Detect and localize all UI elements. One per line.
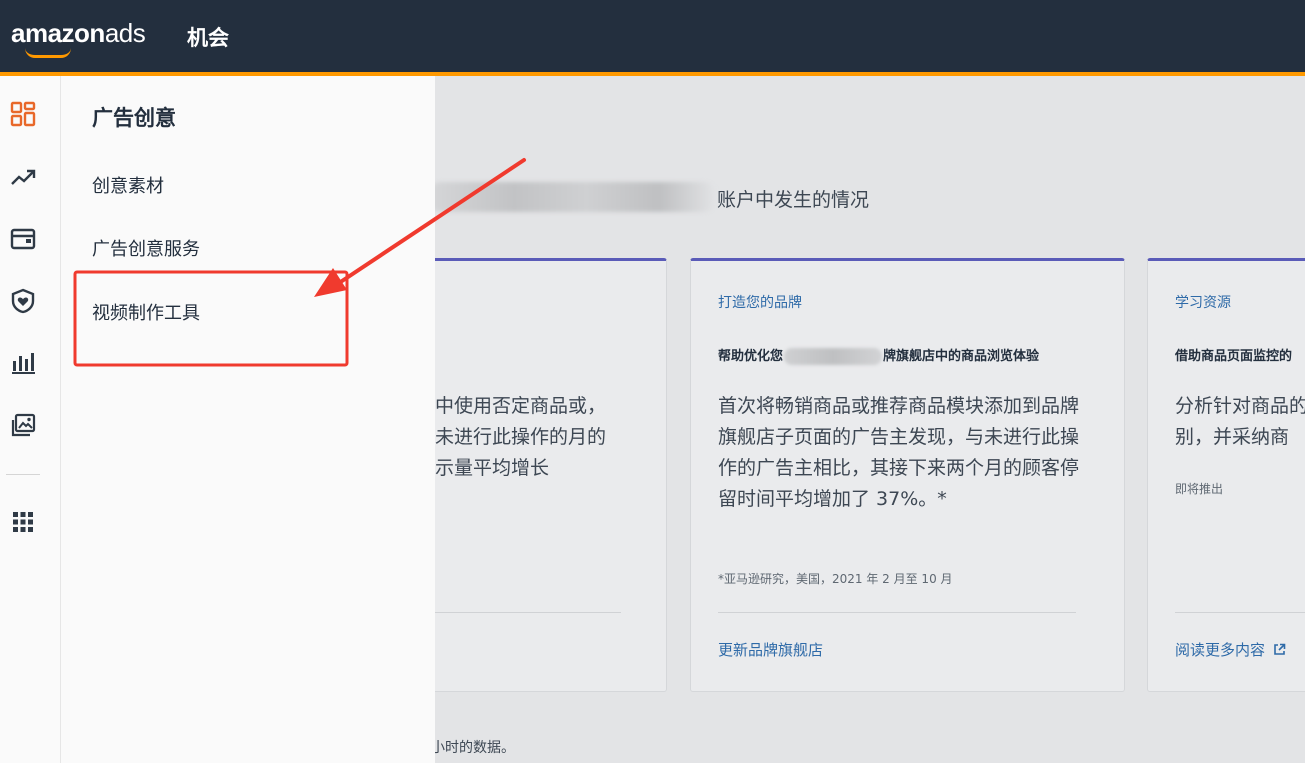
- flyout-title: 广告创意: [92, 106, 176, 130]
- icon-sidebar: [0, 76, 61, 763]
- menu-item-creative-assets[interactable]: 创意素材: [92, 172, 164, 198]
- card-2-note: *亚马逊研究，美国，2021 年 2 月至 10 月: [718, 572, 953, 586]
- card-3-body: 分析针对商品的别，并采纳商: [1175, 395, 1305, 448]
- shield-heart-icon[interactable]: [9, 287, 37, 315]
- creative-flyout-menu: 广告创意 创意素材 广告创意服务 视频制作工具: [61, 76, 435, 763]
- trend-icon[interactable]: [9, 163, 37, 191]
- rail-divider: [6, 474, 40, 475]
- bar-chart-icon[interactable]: [9, 349, 37, 377]
- opportunity-card-1: 动中使用否定商品或，与未进行此操作的月的展示量平均增长: [435, 258, 667, 692]
- logo-sub-text: ads: [104, 18, 146, 48]
- redacted-brand: [784, 348, 883, 365]
- card-2-subtitle-end: 牌旗舰店中的商品浏览体验: [883, 349, 1040, 364]
- external-link-icon: [1273, 643, 1286, 655]
- section-headline: 账户中发生的情况: [717, 189, 870, 211]
- card-2-subtitle-start: 帮助优化您: [718, 349, 784, 364]
- card-3-subtitle: 借助商品页面监控的: [1175, 349, 1293, 364]
- menu-item-creative-services[interactable]: 广告创意服务: [92, 235, 200, 261]
- menu-item-video-builder[interactable]: 视频制作工具: [92, 299, 200, 325]
- card-3-divider: [1175, 612, 1305, 613]
- data-footnote: 小时的数据。: [435, 740, 515, 756]
- read-more-link[interactable]: 阅读更多内容: [1175, 639, 1286, 660]
- apps-grid-icon[interactable]: [9, 508, 37, 536]
- logo-smile-icon: [25, 48, 71, 58]
- page-title: 机会: [187, 26, 229, 50]
- card-1-body-text: 动中使用否定商品或，与未进行此操作的月的展示量平均增长: [435, 395, 607, 479]
- update-store-link[interactable]: 更新品牌旗舰店: [718, 639, 823, 660]
- main-content: 账户中发生的情况 动中使用否定商品或，与未进行此操作的月的展示量平均增长 打造您…: [435, 76, 1305, 763]
- logo-main-text: amazon: [11, 18, 105, 48]
- media-icon[interactable]: [9, 412, 37, 440]
- redacted-text: [435, 182, 717, 212]
- card-2-divider: [718, 612, 1076, 613]
- amazon-ads-logo[interactable]: amazonads: [11, 18, 146, 58]
- card-2-kicker: 打造您的品牌: [718, 295, 802, 311]
- card-3-note: 即将推出: [1175, 482, 1224, 496]
- card-1-divider: [435, 612, 621, 613]
- card-2-subtitle: 帮助优化您 牌旗舰店中的商品浏览体验: [718, 345, 1039, 365]
- wallet-icon[interactable]: [9, 225, 37, 253]
- card-1-body: 动中使用否定商品或，与未进行此操作的月的展示量平均增长: [435, 391, 621, 484]
- card-3-kicker: 学习资源: [1175, 295, 1231, 311]
- opportunity-card-learning: 学习资源 借助商品页面监控的 分析针对商品的别，并采纳商 即将推出 阅读更多内容: [1147, 258, 1305, 692]
- top-navigation-bar: amazonads 机会: [0, 0, 1305, 72]
- dashboard-icon[interactable]: [9, 100, 37, 128]
- opportunity-card-brand: 打造您的品牌 帮助优化您 牌旗舰店中的商品浏览体验 首次将畅销商品或推荐商品模块添…: [690, 258, 1125, 692]
- card-2-body: 首次将畅销商品或推荐商品模块添加到品牌旗舰店子页面的广告主发现，与未进行此操作的…: [718, 395, 1080, 510]
- read-more-label: 阅读更多内容: [1175, 641, 1266, 659]
